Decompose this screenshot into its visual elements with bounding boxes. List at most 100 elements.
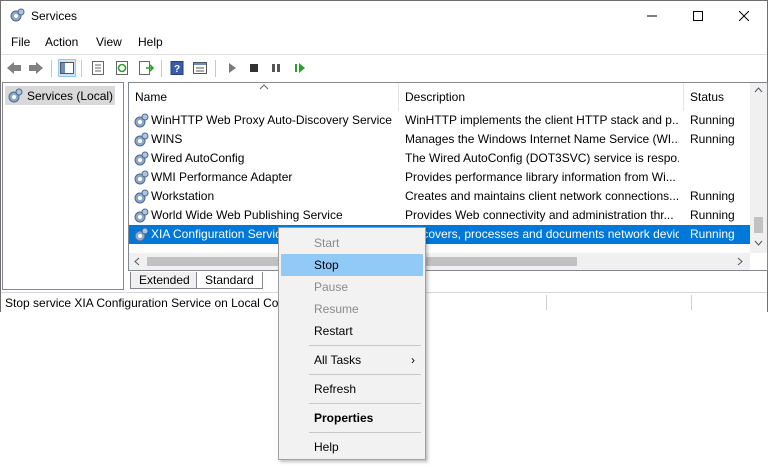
table-row[interactable]: XIA Configuration Service Discovers, proc… [129,225,751,244]
menu-file[interactable]: File [11,35,30,49]
service-description: Creates and maintains client network con… [405,189,679,203]
menu-item-restart[interactable]: Restart [281,320,423,342]
start-service-button[interactable] [223,59,241,77]
service-status: Running [690,208,735,222]
table-row[interactable]: Wired AutoConfig The Wired AutoConfig (DO… [129,149,751,168]
menu-action[interactable]: Action [45,35,78,49]
menu-item-start[interactable]: Start [281,232,423,254]
help-book-icon: ? [170,61,184,75]
service-gear-icon [134,189,149,204]
services-gear-icon [10,8,25,22]
table-row[interactable]: WMI Performance Adapter Provides performa… [129,168,751,187]
service-status: Running [690,132,735,146]
properties-sheet-icon [92,61,104,75]
vertical-scroll-thumb[interactable] [754,217,763,233]
menu-item-all-tasks[interactable]: All Tasks › [281,349,423,371]
service-name: WinHTTP Web Proxy Auto-Discovery Service [151,113,392,127]
service-name: WINS [151,132,183,146]
service-name: Workstation [151,189,215,203]
pause-service-button[interactable] [267,59,285,77]
service-description: Manages the Windows Internet Name Servic… [405,132,679,146]
scroll-down-icon [754,240,763,246]
service-status: Running [690,227,735,241]
column-header-description[interactable]: Description [399,83,684,111]
minimize-icon [647,15,657,17]
refresh-icon [116,61,128,75]
service-gear-icon [134,227,149,242]
refresh-button[interactable] [113,59,131,77]
scroll-left-icon [134,257,140,266]
column-header-status[interactable]: Status [684,83,751,111]
tab-extended[interactable]: Extended [130,272,199,289]
service-name: WMI Performance Adapter [151,170,293,184]
service-gear-icon [134,170,149,185]
table-row[interactable]: Workstation Creates and maintains client … [129,187,751,206]
svg-text:?: ? [174,64,180,75]
service-description: Provides performance library information… [405,170,676,184]
menu-separator [309,374,421,375]
service-gear-icon [134,151,149,166]
service-name: Wired AutoConfig [151,151,245,165]
table-row[interactable]: World Wide Web Publishing Service Provide… [129,206,751,225]
service-gear-icon [134,208,149,223]
export-list-icon [139,61,154,75]
maximize-icon [693,11,703,21]
pause-icon [272,64,280,72]
menu-item-refresh[interactable]: Refresh [281,378,423,400]
toolbar: ? [1,54,767,81]
menu-item-properties[interactable]: Properties [281,407,423,429]
scroll-up-icon [754,87,763,93]
service-description: The Wired AutoConfig (DOT3SVC) service i… [405,151,679,165]
menu-item-stop[interactable]: Stop [281,254,423,276]
console-tree-icon [60,62,74,74]
service-status: Running [690,189,735,203]
properties-button[interactable] [89,59,107,77]
services-list: Name Description Status WinHTTP Web Prox… [128,82,768,271]
forward-button[interactable] [27,59,45,77]
close-button[interactable] [721,1,767,31]
column-header-name[interactable]: Name [129,83,399,111]
close-icon [739,11,749,21]
scroll-right-icon [737,257,743,266]
submenu-arrow-icon: › [411,353,415,367]
back-arrow-icon [7,62,21,74]
tab-standard[interactable]: Standard [196,272,263,289]
service-description: Provides Web connectivity and administra… [405,208,674,222]
minimize-button[interactable] [629,1,675,31]
menu-item-help[interactable]: Help [281,436,423,458]
vertical-scrollbar[interactable] [750,83,767,253]
menu-view[interactable]: View [96,35,122,49]
service-status: Running [690,113,735,127]
context-menu: Start Stop Pause Resume Restart All Task… [278,227,426,460]
stop-service-button[interactable] [245,59,263,77]
service-name: World Wide Web Publishing Service [151,208,343,222]
action-pane-icon [193,62,207,74]
maximize-button[interactable] [675,1,721,31]
title-bar: Services [1,1,767,31]
restart-service-button[interactable] [291,59,309,77]
table-row[interactable]: WINS Manages the Windows Internet Name Se… [129,130,751,149]
service-description: WinHTTP implements the client HTTP stack… [405,113,679,127]
window-title: Services [31,9,78,23]
tree-node-services-local[interactable]: Services (Local) [5,86,115,105]
forward-arrow-icon [29,62,43,74]
service-gear-icon [134,132,149,147]
menu-separator [309,432,421,433]
back-button[interactable] [5,59,23,77]
menu-bar: File Action View Help [1,32,767,52]
status-text: Stop service XIA Configuration Service o… [5,296,316,310]
service-gear-icon [134,113,149,128]
horizontal-scrollbar[interactable] [129,253,750,270]
show-hide-console-tree-button[interactable] [58,59,76,77]
show-action-pane-button[interactable] [191,59,209,77]
service-description: Discovers, processes and documents netwo… [405,227,679,241]
help-button[interactable]: ? [168,59,186,77]
stop-icon [250,64,258,72]
play-icon [229,63,236,73]
menu-item-pause[interactable]: Pause [281,276,423,298]
menu-help[interactable]: Help [138,35,163,49]
export-list-button[interactable] [137,59,155,77]
table-row[interactable]: WinHTTP Web Proxy Auto-Discovery Service… [129,111,751,130]
services-gear-icon [8,88,23,102]
menu-item-resume[interactable]: Resume [281,298,423,320]
